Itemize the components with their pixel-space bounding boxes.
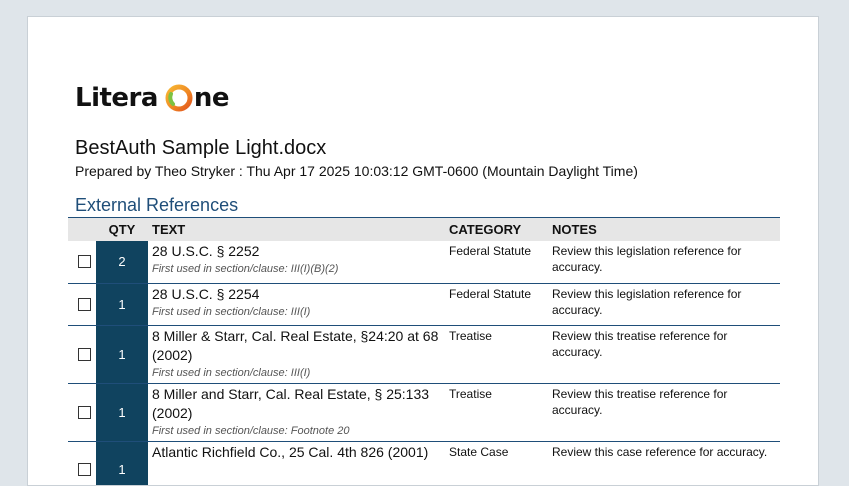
document-title: BestAuth Sample Light.docx xyxy=(75,137,327,159)
category-cell: Treatise xyxy=(449,328,492,343)
section-heading: External References xyxy=(75,195,239,215)
header-qty: QTY xyxy=(96,217,148,241)
logo-o-icon xyxy=(165,84,193,112)
logo-text-ne: ne xyxy=(193,83,230,113)
first-used-note xyxy=(148,462,445,464)
row-checkbox[interactable] xyxy=(78,297,91,311)
category-cell: Federal Statute xyxy=(449,286,532,301)
header-notes: NOTES xyxy=(548,217,780,241)
notes-cell: Review this legislation reference for ac… xyxy=(552,244,742,274)
reference-text: 28 U.S.C. § 2252 xyxy=(152,243,260,259)
category-cell: Treatise xyxy=(449,386,492,401)
category-cell: State Case xyxy=(449,444,509,459)
row-checkbox[interactable] xyxy=(78,463,91,476)
table-header-row: QTY TEXT CATEGORY NOTES xyxy=(68,217,780,241)
reference-text: 28 U.S.C. § 2254 xyxy=(152,285,260,302)
references-table: QTY TEXT CATEGORY NOTES 2 28 U.S.C. § 22… xyxy=(68,217,780,485)
header-category: CATEGORY xyxy=(445,217,548,241)
notes-cell: Review this legislation reference for ac… xyxy=(552,286,742,317)
qty-cell: 2 xyxy=(96,241,148,284)
first-used-note: First used in section/clause: Footnote 2… xyxy=(152,424,350,437)
qty-cell: 1 xyxy=(96,325,148,384)
notes-cell: Review this treatise reference for accur… xyxy=(552,386,728,417)
notes-cell: Review this case reference for accuracy. xyxy=(552,444,768,459)
first-used-note: First used in section/clause: III(I) xyxy=(152,305,311,318)
first-used-note: First used in section/clause: III(I) xyxy=(152,366,311,379)
row-checkbox[interactable] xyxy=(78,347,91,361)
row-checkbox[interactable] xyxy=(78,405,91,419)
header-text: TEXT xyxy=(148,217,445,241)
notes-cell: Review this treatise reference for accur… xyxy=(552,328,728,359)
qty-cell: 1 xyxy=(96,441,148,485)
category-cell: Federal Statute xyxy=(449,244,532,258)
table-row: 1 Atlantic Richfield Co., 25 Cal. 4th 82… xyxy=(68,441,780,485)
reference-text: 8 Miller and Starr, Cal. Real Estate, § … xyxy=(152,385,430,421)
table-row: 1 28 U.S.C. § 2254 First used in section… xyxy=(68,283,780,326)
row-checkbox[interactable] xyxy=(78,255,91,269)
reference-text: Atlantic Richfield Co., 25 Cal. 4th 826 … xyxy=(152,443,429,460)
document-page: Litera ne BestAuth Sample Light.docx Pre… xyxy=(27,16,819,486)
first-used-note: First used in section/clause: III(I)(B)(… xyxy=(152,263,339,275)
prepared-by-line: Prepared by Theo Stryker : Thu Apr 17 20… xyxy=(75,163,638,179)
litera-one-logo: Litera ne xyxy=(75,81,230,115)
qty-cell: 1 xyxy=(96,283,148,326)
table-row: 2 28 U.S.C. § 2252 First used in section… xyxy=(68,241,780,284)
reference-text: 8 Miller & Starr, Cal. Real Estate, §24:… xyxy=(152,327,439,363)
logo-text-litera: Litera xyxy=(75,83,158,113)
table-row: 1 8 Miller and Starr, Cal. Real Estate, … xyxy=(68,383,780,442)
table-row: 1 8 Miller & Starr, Cal. Real Estate, §2… xyxy=(68,325,780,384)
header-select xyxy=(68,217,96,241)
qty-cell: 1 xyxy=(96,383,148,442)
